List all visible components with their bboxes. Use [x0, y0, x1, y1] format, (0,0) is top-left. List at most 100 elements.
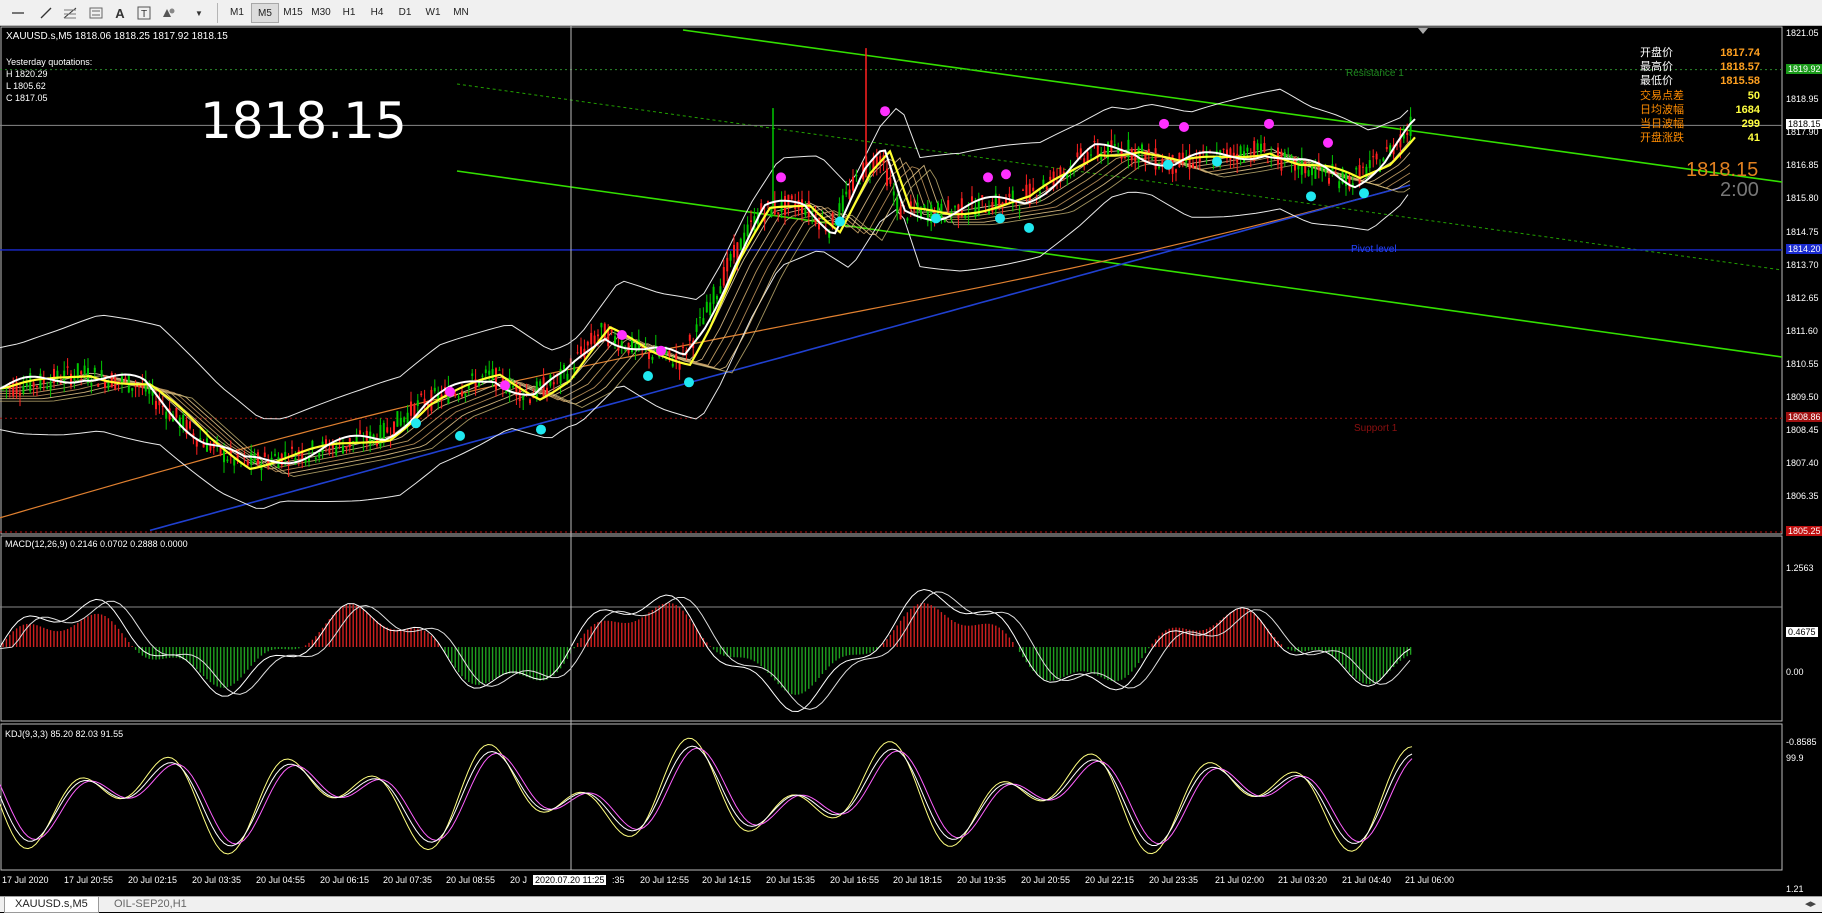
stat-row: 日均波幅 1684: [1640, 103, 1760, 117]
time-axis-label: 20 Jul 20:55: [1021, 875, 1071, 885]
macd-axis-label: -0.8585: [1786, 737, 1817, 747]
shapes-icon[interactable]: [156, 3, 180, 23]
time-axis-label: 20 Jul 16:55: [830, 875, 880, 885]
time-axis-label: 20 Jul 02:15: [128, 875, 178, 885]
ema-ribbon-line: [0, 153, 1411, 470]
candle-body: [291, 446, 293, 449]
candle-body: [216, 439, 219, 442]
candle-body: [1022, 189, 1024, 191]
signal-down-dot: [643, 370, 653, 381]
candle-body: [97, 383, 100, 387]
candle-body: [984, 211, 987, 213]
candle-body: [841, 195, 844, 212]
candle-body: [471, 373, 474, 376]
timeframe-d1[interactable]: D1: [391, 3, 419, 23]
chart-area[interactable]: XAUUSD.s,M5 1818.06 1818.25 1817.92 1818…: [0, 26, 1822, 896]
price-axis-label: 1821.05: [1786, 28, 1819, 38]
symbol-header: XAUUSD.s,M5 1818.06 1818.25 1817.92 1818…: [6, 31, 228, 42]
candle-body: [804, 209, 807, 216]
signal-down-dot: [1024, 222, 1034, 233]
tabs-scroll-icon[interactable]: ◂▸: [1805, 897, 1816, 910]
text-icon[interactable]: A: [108, 3, 132, 23]
candle-body: [702, 318, 705, 325]
chart-tab-1[interactable]: OIL-SEP20,H1: [104, 897, 197, 912]
timeframe-h4[interactable]: H4: [363, 3, 391, 23]
stat-label: 最高价: [1640, 61, 1673, 74]
candle-body: [797, 200, 800, 209]
candle-body: [535, 381, 538, 398]
candle-body: [1222, 148, 1225, 150]
candle-body: [1039, 191, 1041, 193]
text-label-icon[interactable]: T: [132, 3, 156, 23]
candle-body: [345, 446, 348, 449]
candle-body: [512, 386, 514, 388]
dropdown-arrow-icon[interactable]: ▼: [194, 3, 204, 23]
candle-body: [1049, 176, 1052, 181]
candle-body: [1229, 148, 1232, 161]
stat-value: 41: [1747, 132, 1760, 145]
candle-body: [886, 168, 888, 186]
stat-value: 1684: [1735, 103, 1760, 116]
candle-body: [1113, 144, 1116, 146]
yesterday-close: C 1817.05: [6, 93, 48, 103]
time-axis-label: 20 Jul 07:35: [383, 875, 433, 885]
chart-shift-marker-icon: [1418, 28, 1428, 34]
candle-body: [1372, 156, 1375, 158]
candle-body: [1260, 143, 1262, 153]
candle-body: [750, 220, 752, 222]
cursor-line-icon[interactable]: [6, 3, 30, 23]
price-axis-label: 1811.60: [1786, 325, 1818, 336]
candle-body: [1263, 143, 1266, 152]
candle-body: [195, 439, 198, 447]
candle-body: [1154, 148, 1157, 170]
price-axis-label: 1812.65: [1786, 292, 1819, 303]
timeframe-w1[interactable]: W1: [419, 3, 447, 23]
candle-body: [328, 448, 331, 453]
timeframe-h1[interactable]: H1: [335, 3, 363, 23]
candle-body: [1362, 166, 1364, 168]
timeframe-m1[interactable]: M1: [223, 3, 251, 23]
candle-body: [593, 335, 596, 344]
signal-up-dot: [1179, 121, 1189, 132]
candle-body: [1328, 178, 1330, 184]
fibonacci-icon[interactable]: [58, 3, 82, 23]
ma-long-line: [0, 184, 1411, 519]
macd-line: [0, 588, 1411, 713]
timeframe-m5[interactable]: M5: [251, 3, 279, 23]
timeframe-m15[interactable]: M15: [279, 3, 307, 23]
yesterday-high: H 1820.29: [6, 69, 48, 79]
time-axis-label-fragment: 20 J: [510, 875, 528, 885]
candle-body: [889, 178, 892, 184]
candle-body: [66, 366, 69, 368]
stat-label: 交易点差: [1640, 89, 1684, 102]
candle-body: [32, 382, 35, 388]
price-axis-label: 1808.86: [1786, 412, 1822, 423]
signal-down-dot: [411, 418, 421, 429]
candle-body: [848, 189, 851, 199]
price-axis-label: 1815.80: [1786, 193, 1819, 204]
candle-body: [386, 427, 389, 433]
signal-up-dot: [776, 172, 786, 183]
yesterday-title: Yesterday quotations:: [6, 57, 93, 67]
candle-body: [1311, 166, 1313, 176]
timeframe-m30[interactable]: M30: [307, 3, 335, 23]
chart-tab-0[interactable]: XAUUSD.s,M5: [4, 897, 99, 913]
signal-down-dot: [1212, 156, 1222, 167]
candle-body: [1409, 116, 1412, 136]
channel-icon[interactable]: [84, 3, 108, 23]
candle-body: [461, 391, 463, 397]
candle-body: [923, 205, 926, 208]
candle-body: [39, 373, 42, 388]
candle-body: [342, 445, 344, 454]
candle-body: [1076, 152, 1079, 158]
stat-row: 当日波幅 299: [1640, 117, 1760, 131]
candle-body: [722, 267, 725, 286]
timeframe-mn[interactable]: MN: [447, 3, 475, 23]
macd-axis-label: 1.2563: [1786, 563, 1814, 573]
time-axis-label: 17 Jul 20:55: [64, 875, 114, 885]
stat-value: 1818.57: [1720, 61, 1760, 74]
trendline-icon[interactable]: [34, 3, 58, 23]
candle-body: [733, 244, 735, 258]
price-chart[interactable]: [0, 26, 1822, 896]
candle-body: [382, 422, 385, 439]
